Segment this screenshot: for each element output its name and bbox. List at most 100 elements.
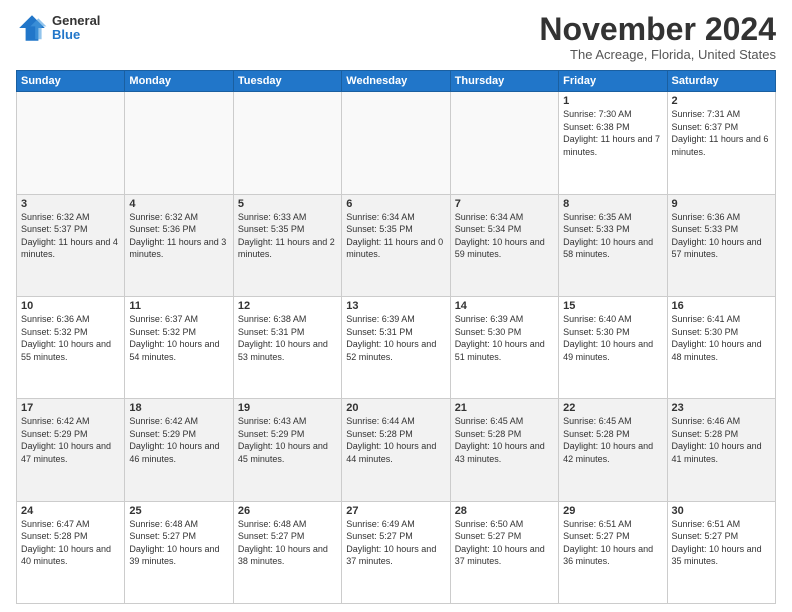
location-subtitle: The Acreage, Florida, United States (539, 47, 776, 62)
calendar-week-row: 1Sunrise: 7:30 AM Sunset: 6:38 PM Daylig… (17, 92, 776, 194)
calendar-week-row: 3Sunrise: 6:32 AM Sunset: 5:37 PM Daylig… (17, 194, 776, 296)
calendar-week-row: 10Sunrise: 6:36 AM Sunset: 5:32 PM Dayli… (17, 296, 776, 398)
logo-general-text: General (52, 14, 100, 28)
calendar-day-cell: 13Sunrise: 6:39 AM Sunset: 5:31 PM Dayli… (342, 296, 450, 398)
day-number: 24 (21, 505, 120, 517)
day-info-text: Sunrise: 6:38 AM Sunset: 5:31 PM Dayligh… (238, 313, 337, 363)
day-number: 4 (129, 198, 228, 210)
day-number: 9 (672, 198, 771, 210)
calendar-day-cell (450, 92, 558, 194)
weekday-header-monday: Monday (125, 71, 233, 92)
day-number: 27 (346, 505, 445, 517)
day-info-text: Sunrise: 6:39 AM Sunset: 5:31 PM Dayligh… (346, 313, 445, 363)
day-info-text: Sunrise: 6:35 AM Sunset: 5:33 PM Dayligh… (563, 211, 662, 261)
day-info-text: Sunrise: 7:31 AM Sunset: 6:37 PM Dayligh… (672, 108, 771, 158)
header: General Blue November 2024 The Acreage, … (16, 12, 776, 62)
calendar-day-cell: 20Sunrise: 6:44 AM Sunset: 5:28 PM Dayli… (342, 399, 450, 501)
calendar-day-cell: 2Sunrise: 7:31 AM Sunset: 6:37 PM Daylig… (667, 92, 775, 194)
calendar-day-cell: 21Sunrise: 6:45 AM Sunset: 5:28 PM Dayli… (450, 399, 558, 501)
calendar-day-cell: 9Sunrise: 6:36 AM Sunset: 5:33 PM Daylig… (667, 194, 775, 296)
day-info-text: Sunrise: 6:49 AM Sunset: 5:27 PM Dayligh… (346, 518, 445, 568)
calendar-day-cell: 14Sunrise: 6:39 AM Sunset: 5:30 PM Dayli… (450, 296, 558, 398)
day-info-text: Sunrise: 6:36 AM Sunset: 5:32 PM Dayligh… (21, 313, 120, 363)
day-number: 16 (672, 300, 771, 312)
day-info-text: Sunrise: 6:33 AM Sunset: 5:35 PM Dayligh… (238, 211, 337, 261)
day-info-text: Sunrise: 6:50 AM Sunset: 5:27 PM Dayligh… (455, 518, 554, 568)
day-info-text: Sunrise: 6:51 AM Sunset: 5:27 PM Dayligh… (563, 518, 662, 568)
logo: General Blue (16, 12, 100, 44)
day-info-text: Sunrise: 6:36 AM Sunset: 5:33 PM Dayligh… (672, 211, 771, 261)
day-info-text: Sunrise: 6:40 AM Sunset: 5:30 PM Dayligh… (563, 313, 662, 363)
day-info-text: Sunrise: 6:34 AM Sunset: 5:35 PM Dayligh… (346, 211, 445, 261)
day-number: 21 (455, 402, 554, 414)
day-number: 1 (563, 95, 662, 107)
day-number: 12 (238, 300, 337, 312)
day-number: 26 (238, 505, 337, 517)
calendar-day-cell: 23Sunrise: 6:46 AM Sunset: 5:28 PM Dayli… (667, 399, 775, 501)
day-number: 15 (563, 300, 662, 312)
day-number: 22 (563, 402, 662, 414)
calendar-day-cell: 3Sunrise: 6:32 AM Sunset: 5:37 PM Daylig… (17, 194, 125, 296)
day-info-text: Sunrise: 6:48 AM Sunset: 5:27 PM Dayligh… (129, 518, 228, 568)
day-info-text: Sunrise: 6:48 AM Sunset: 5:27 PM Dayligh… (238, 518, 337, 568)
logo-text: General Blue (52, 14, 100, 43)
weekday-header-sunday: Sunday (17, 71, 125, 92)
calendar-day-cell: 11Sunrise: 6:37 AM Sunset: 5:32 PM Dayli… (125, 296, 233, 398)
day-info-text: Sunrise: 6:46 AM Sunset: 5:28 PM Dayligh… (672, 415, 771, 465)
calendar-day-cell (342, 92, 450, 194)
weekday-header-thursday: Thursday (450, 71, 558, 92)
calendar-day-cell (233, 92, 341, 194)
day-info-text: Sunrise: 6:32 AM Sunset: 5:37 PM Dayligh… (21, 211, 120, 261)
day-number: 2 (672, 95, 771, 107)
calendar-day-cell: 27Sunrise: 6:49 AM Sunset: 5:27 PM Dayli… (342, 501, 450, 603)
day-info-text: Sunrise: 6:37 AM Sunset: 5:32 PM Dayligh… (129, 313, 228, 363)
day-number: 25 (129, 505, 228, 517)
calendar-day-cell: 1Sunrise: 7:30 AM Sunset: 6:38 PM Daylig… (559, 92, 667, 194)
day-number: 14 (455, 300, 554, 312)
day-info-text: Sunrise: 6:43 AM Sunset: 5:29 PM Dayligh… (238, 415, 337, 465)
calendar-day-cell: 6Sunrise: 6:34 AM Sunset: 5:35 PM Daylig… (342, 194, 450, 296)
day-number: 5 (238, 198, 337, 210)
calendar-week-row: 17Sunrise: 6:42 AM Sunset: 5:29 PM Dayli… (17, 399, 776, 501)
day-info-text: Sunrise: 6:42 AM Sunset: 5:29 PM Dayligh… (21, 415, 120, 465)
calendar-day-cell: 19Sunrise: 6:43 AM Sunset: 5:29 PM Dayli… (233, 399, 341, 501)
calendar-week-row: 24Sunrise: 6:47 AM Sunset: 5:28 PM Dayli… (17, 501, 776, 603)
calendar-day-cell: 26Sunrise: 6:48 AM Sunset: 5:27 PM Dayli… (233, 501, 341, 603)
month-title: November 2024 (539, 12, 776, 47)
day-info-text: Sunrise: 6:32 AM Sunset: 5:36 PM Dayligh… (129, 211, 228, 261)
day-number: 11 (129, 300, 228, 312)
calendar-day-cell: 30Sunrise: 6:51 AM Sunset: 5:27 PM Dayli… (667, 501, 775, 603)
day-number: 13 (346, 300, 445, 312)
calendar-day-cell: 16Sunrise: 6:41 AM Sunset: 5:30 PM Dayli… (667, 296, 775, 398)
day-number: 17 (21, 402, 120, 414)
day-info-text: Sunrise: 6:41 AM Sunset: 5:30 PM Dayligh… (672, 313, 771, 363)
calendar-day-cell: 28Sunrise: 6:50 AM Sunset: 5:27 PM Dayli… (450, 501, 558, 603)
weekday-header-friday: Friday (559, 71, 667, 92)
day-info-text: Sunrise: 6:45 AM Sunset: 5:28 PM Dayligh… (455, 415, 554, 465)
weekday-header-wednesday: Wednesday (342, 71, 450, 92)
calendar-table: SundayMondayTuesdayWednesdayThursdayFrid… (16, 70, 776, 604)
day-number: 10 (21, 300, 120, 312)
calendar-day-cell (17, 92, 125, 194)
day-number: 29 (563, 505, 662, 517)
day-info-text: Sunrise: 6:39 AM Sunset: 5:30 PM Dayligh… (455, 313, 554, 363)
day-info-text: Sunrise: 6:34 AM Sunset: 5:34 PM Dayligh… (455, 211, 554, 261)
calendar-day-cell: 18Sunrise: 6:42 AM Sunset: 5:29 PM Dayli… (125, 399, 233, 501)
calendar-day-cell: 25Sunrise: 6:48 AM Sunset: 5:27 PM Dayli… (125, 501, 233, 603)
day-number: 28 (455, 505, 554, 517)
calendar-day-cell: 5Sunrise: 6:33 AM Sunset: 5:35 PM Daylig… (233, 194, 341, 296)
calendar-day-cell: 22Sunrise: 6:45 AM Sunset: 5:28 PM Dayli… (559, 399, 667, 501)
title-block: November 2024 The Acreage, Florida, Unit… (539, 12, 776, 62)
day-info-text: Sunrise: 7:30 AM Sunset: 6:38 PM Dayligh… (563, 108, 662, 158)
calendar-day-cell: 8Sunrise: 6:35 AM Sunset: 5:33 PM Daylig… (559, 194, 667, 296)
calendar-day-cell: 4Sunrise: 6:32 AM Sunset: 5:36 PM Daylig… (125, 194, 233, 296)
day-info-text: Sunrise: 6:42 AM Sunset: 5:29 PM Dayligh… (129, 415, 228, 465)
day-info-text: Sunrise: 6:45 AM Sunset: 5:28 PM Dayligh… (563, 415, 662, 465)
weekday-header-saturday: Saturday (667, 71, 775, 92)
calendar-day-cell: 12Sunrise: 6:38 AM Sunset: 5:31 PM Dayli… (233, 296, 341, 398)
day-info-text: Sunrise: 6:47 AM Sunset: 5:28 PM Dayligh… (21, 518, 120, 568)
calendar-day-cell: 29Sunrise: 6:51 AM Sunset: 5:27 PM Dayli… (559, 501, 667, 603)
weekday-header-tuesday: Tuesday (233, 71, 341, 92)
calendar-day-cell: 10Sunrise: 6:36 AM Sunset: 5:32 PM Dayli… (17, 296, 125, 398)
day-number: 6 (346, 198, 445, 210)
